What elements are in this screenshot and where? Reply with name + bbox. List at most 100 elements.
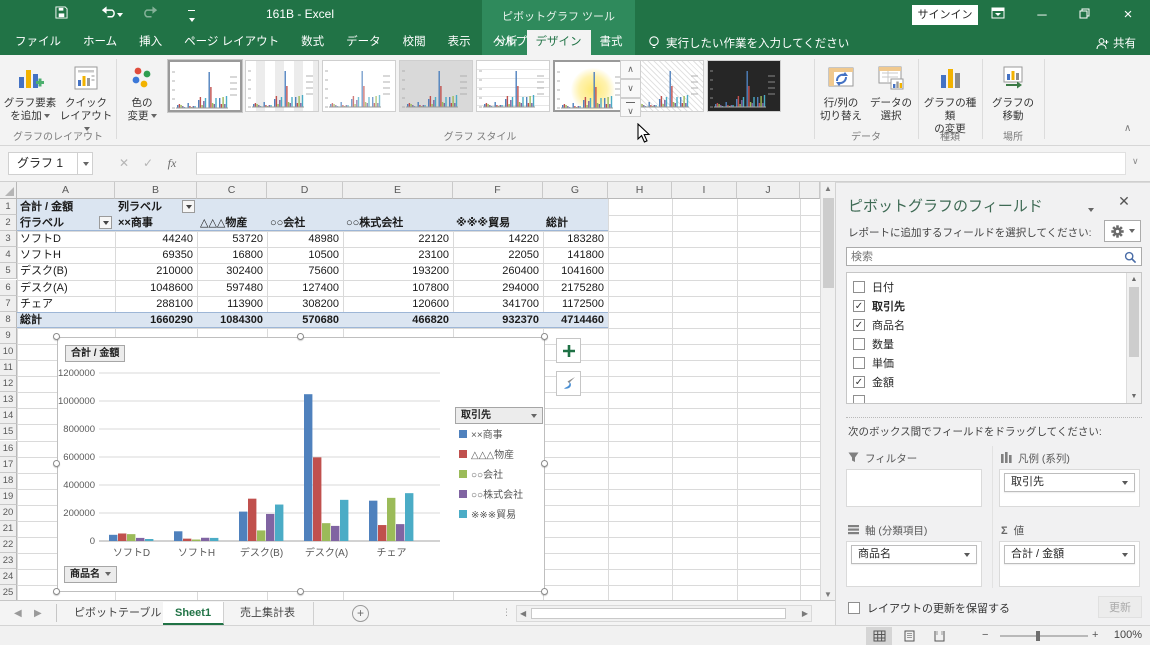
row-header-22[interactable]: 22	[0, 537, 17, 553]
row-header-7[interactable]: 7	[0, 296, 17, 312]
scroll-right-icon[interactable]: ▶	[802, 609, 808, 618]
chart-resize-handle[interactable]	[297, 588, 304, 595]
bar-○○株式会社[interactable]	[136, 538, 144, 541]
tools-button[interactable]	[1104, 220, 1141, 242]
field-item-partial[interactable]	[853, 391, 865, 404]
undo-button[interactable]	[98, 6, 124, 21]
bar-○○会社[interactable]	[192, 540, 200, 541]
area-box-filters[interactable]	[846, 469, 982, 507]
bar-○○株式会社[interactable]	[266, 514, 274, 541]
menu-tab-6[interactable]: 校閲	[392, 30, 437, 55]
field-item-金額[interactable]: ✓金額	[853, 372, 894, 391]
chart-styles-button[interactable]	[556, 371, 581, 396]
row-header-1[interactable]: 1	[0, 199, 17, 215]
bar-××商事[interactable]	[369, 501, 377, 541]
field-checkbox[interactable]	[853, 357, 865, 369]
horizontal-scrollbar[interactable]: ◀ ▶	[516, 605, 812, 622]
row-header-2[interactable]: 2	[0, 215, 17, 231]
column-header-D[interactable]: D	[267, 182, 343, 199]
vertical-scroll-thumb[interactable]	[823, 198, 834, 288]
chart-style-thumbnail-2[interactable]	[245, 60, 319, 112]
row-header-4[interactable]: 4	[0, 247, 17, 263]
area-box-values[interactable]: 合計 / 金額	[999, 541, 1140, 587]
chart-style-thumbnail-5[interactable]	[476, 60, 550, 112]
name-box-dropdown[interactable]	[78, 152, 93, 175]
column-header-H[interactable]: H	[608, 182, 672, 199]
row-header-15[interactable]: 15	[0, 424, 17, 440]
menu-tab-design-active[interactable]: デザイン	[527, 30, 591, 55]
column-header-J[interactable]: J	[737, 182, 800, 199]
bar-○○株式会社[interactable]	[396, 524, 404, 541]
field-item-日付[interactable]: 日付	[853, 277, 894, 296]
zoom-slider-handle[interactable]	[1036, 631, 1040, 641]
chart-resize-handle[interactable]	[541, 460, 548, 467]
bar-○○株式会社[interactable]	[331, 526, 339, 541]
bar-○○会社[interactable]	[127, 534, 135, 541]
bar-※※※貿易[interactable]	[405, 493, 413, 541]
column-header-I[interactable]: I	[672, 182, 737, 199]
page-layout-view-button[interactable]	[896, 627, 922, 645]
area-box-axis[interactable]: 商品名	[846, 541, 982, 587]
field-checkbox[interactable]	[853, 395, 865, 405]
gallery-more-button[interactable]: ∨	[620, 98, 641, 117]
chart-value-field-button[interactable]: 合計 / 金額	[65, 345, 125, 362]
column-header-partial[interactable]	[800, 182, 820, 199]
bar-△△△物産[interactable]	[118, 533, 126, 541]
chart-axis-field-button[interactable]: 商品名	[64, 566, 117, 583]
change-colors-button[interactable]: 色の変更	[119, 58, 165, 142]
field-search-box[interactable]	[846, 247, 1142, 266]
column-header-C[interactable]: C	[197, 182, 267, 199]
ribbon-display-options-button[interactable]	[978, 0, 1018, 30]
bar-※※※貿易[interactable]	[145, 539, 153, 541]
chart-resize-handle[interactable]	[541, 588, 548, 595]
area-box-legend[interactable]: 取引先	[999, 469, 1140, 507]
field-pill-商品名[interactable]: 商品名	[851, 545, 977, 564]
defer-layout-update[interactable]: レイアウトの更新を保留する	[848, 600, 1010, 616]
bar-△△△物産[interactable]	[313, 457, 321, 541]
page-break-preview-button[interactable]	[926, 627, 952, 645]
field-item-数量[interactable]: 数量	[853, 334, 894, 353]
scroll-up-icon[interactable]: ▲	[1127, 273, 1141, 286]
column-header-E[interactable]: E	[343, 182, 453, 199]
row-label-filter-button[interactable]	[99, 216, 112, 229]
row-header-12[interactable]: 12	[0, 376, 17, 392]
menu-tab-5[interactable]: データ	[335, 30, 392, 55]
row-header-5[interactable]: 5	[0, 263, 17, 279]
row-header-24[interactable]: 24	[0, 569, 17, 585]
enter-formula-icon[interactable]: ✓	[136, 152, 160, 175]
formula-input[interactable]	[196, 152, 1126, 175]
row-header-6[interactable]: 6	[0, 280, 17, 296]
row-header-17[interactable]: 17	[0, 457, 17, 473]
chart-elements-button[interactable]	[556, 338, 581, 363]
zoom-out-button[interactable]: −	[982, 629, 988, 641]
cancel-formula-icon[interactable]: ✕	[112, 152, 136, 175]
chart-style-thumbnail-3[interactable]	[322, 60, 396, 112]
save-icon[interactable]	[53, 6, 69, 22]
field-checkbox[interactable]: ✓	[853, 300, 865, 312]
chart-resize-handle[interactable]	[297, 333, 304, 340]
gallery-scroll-down-button[interactable]: ∨	[620, 79, 641, 98]
sheet-tab-ピボットテーブル[interactable]: ピボットテーブル	[62, 602, 174, 625]
column-label-filter-button[interactable]	[182, 200, 195, 213]
menu-tab-3[interactable]: ページ レイアウト	[173, 30, 290, 55]
field-item-取引先[interactable]: ✓取引先	[853, 296, 905, 315]
chart-style-thumbnail-1[interactable]	[168, 60, 242, 112]
bar-○○会社[interactable]	[387, 498, 395, 541]
chart-resize-handle[interactable]	[53, 588, 60, 595]
chart-resize-handle[interactable]	[53, 333, 60, 340]
normal-view-button[interactable]	[866, 627, 892, 645]
row-header-21[interactable]: 21	[0, 521, 17, 537]
menu-tab-7[interactable]: 表示	[437, 30, 482, 55]
sheet-tab-Sheet1[interactable]: Sheet1	[163, 602, 224, 625]
search-input[interactable]	[851, 249, 1121, 264]
row-header-3[interactable]: 3	[0, 231, 17, 247]
bar-××商事[interactable]	[109, 535, 117, 541]
field-item-商品名[interactable]: ✓商品名	[853, 315, 905, 334]
horizontal-scroll-thumb[interactable]	[531, 608, 786, 619]
bar-※※※貿易[interactable]	[340, 500, 348, 541]
row-header-10[interactable]: 10	[0, 344, 17, 360]
field-list[interactable]: 日付✓取引先✓商品名数量単価✓金額▲▼	[846, 272, 1142, 404]
scroll-up-icon[interactable]: ▲	[821, 182, 835, 196]
insert-function-icon[interactable]: fx	[160, 152, 184, 175]
next-sheet-icon[interactable]: ▶	[34, 608, 42, 619]
